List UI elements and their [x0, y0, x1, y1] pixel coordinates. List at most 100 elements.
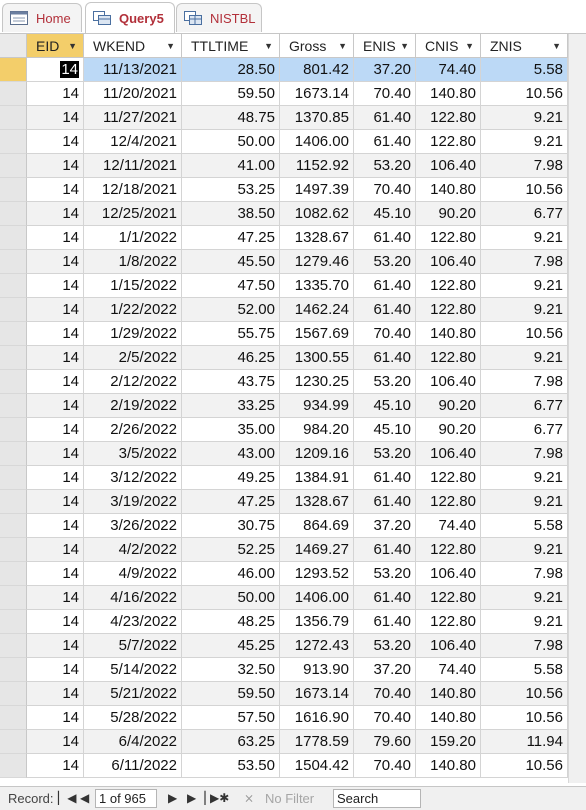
cell-znis[interactable]: 9.21	[481, 226, 568, 250]
cell-eid[interactable]: 14	[27, 754, 84, 778]
column-header-enis[interactable]: ENIS ▼	[354, 34, 416, 58]
table-row[interactable]: 14 6/11/2022 53.50 1504.42 70.40 140.80 10.56	[0, 754, 586, 778]
cell-cnis[interactable]: 140.80	[416, 178, 481, 202]
filter-status-label[interactable]: No Filter	[265, 791, 314, 806]
cell-ttltime[interactable]: 33.25	[182, 394, 280, 418]
cell-enis[interactable]: 61.40	[354, 586, 416, 610]
column-header-eid[interactable]: EID ▼	[27, 34, 84, 58]
cell-gross[interactable]: 864.69	[280, 514, 354, 538]
cell-enis[interactable]: 70.40	[354, 706, 416, 730]
cell-cnis[interactable]: 106.40	[416, 562, 481, 586]
cell-ttltime[interactable]: 48.25	[182, 610, 280, 634]
table-row[interactable]: 14 1/22/2022 52.00 1462.24 61.40 122.80 9.21	[0, 298, 586, 322]
cell-gross[interactable]: 1272.43	[280, 634, 354, 658]
cell-enis[interactable]: 53.20	[354, 634, 416, 658]
cell-enis[interactable]: 53.20	[354, 154, 416, 178]
record-selector[interactable]	[0, 322, 27, 346]
cell-ttltime[interactable]: 53.50	[182, 754, 280, 778]
cell-ttltime[interactable]: 47.25	[182, 490, 280, 514]
cell-eid[interactable]: 14	[27, 346, 84, 370]
table-row[interactable]: 14 12/18/2021 53.25 1497.39 70.40 140.80 10.56	[0, 178, 586, 202]
cell-enis[interactable]: 61.40	[354, 466, 416, 490]
cell-enis[interactable]: 70.40	[354, 754, 416, 778]
table-row[interactable]: 14 3/19/2022 47.25 1328.67 61.40 122.80 9.21	[0, 490, 586, 514]
table-row[interactable]: 14 2/12/2022 43.75 1230.25 53.20 106.40 7.98	[0, 370, 586, 394]
cell-gross[interactable]: 1504.42	[280, 754, 354, 778]
cell-gross[interactable]: 1497.39	[280, 178, 354, 202]
table-row[interactable]: 14 2/5/2022 46.25 1300.55 61.40 122.80 9.21	[0, 346, 586, 370]
cell-enis[interactable]: 45.10	[354, 202, 416, 226]
previous-record-icon[interactable]: ◀	[80, 791, 89, 805]
cell-enis[interactable]: 53.20	[354, 442, 416, 466]
cell-znis[interactable]: 10.56	[481, 682, 568, 706]
cell-eid[interactable]: 14	[27, 730, 84, 754]
cell-enis[interactable]: 70.40	[354, 82, 416, 106]
cell-enis[interactable]: 61.40	[354, 346, 416, 370]
cell-eid[interactable]: 14	[27, 490, 84, 514]
cell-znis[interactable]: 9.21	[481, 274, 568, 298]
cell-ttltime[interactable]: 52.25	[182, 538, 280, 562]
cell-gross[interactable]: 1406.00	[280, 586, 354, 610]
cell-wkend[interactable]: 4/16/2022	[84, 586, 182, 610]
new-record-icon[interactable]: ▶✱	[210, 791, 229, 805]
cell-wkend[interactable]: 5/7/2022	[84, 634, 182, 658]
cell-gross[interactable]: 801.42	[280, 58, 354, 82]
cell-znis[interactable]: 9.21	[481, 586, 568, 610]
cell-ttltime[interactable]: 45.25	[182, 634, 280, 658]
cell-eid[interactable]: 14	[27, 682, 84, 706]
cell-ttltime[interactable]: 59.50	[182, 82, 280, 106]
cell-gross[interactable]: 934.99	[280, 394, 354, 418]
record-selector[interactable]	[0, 394, 27, 418]
record-selector[interactable]	[0, 226, 27, 250]
cell-gross[interactable]: 1230.25	[280, 370, 354, 394]
cell-wkend[interactable]: 5/14/2022	[84, 658, 182, 682]
table-row[interactable]: 14 6/4/2022 63.25 1778.59 79.60 159.20 11.94	[0, 730, 586, 754]
cell-gross[interactable]: 1406.00	[280, 130, 354, 154]
table-row[interactable]: 14 3/5/2022 43.00 1209.16 53.20 106.40 7.98	[0, 442, 586, 466]
cell-eid[interactable]: 14	[27, 466, 84, 490]
table-row[interactable]: 14 11/27/2021 48.75 1370.85 61.40 122.80 9.21	[0, 106, 586, 130]
cell-gross[interactable]: 1673.14	[280, 82, 354, 106]
cell-gross[interactable]: 1462.24	[280, 298, 354, 322]
cell-cnis[interactable]: 122.80	[416, 274, 481, 298]
table-row[interactable]: 14 11/13/2021 28.50 801.42 37.20 74.40 5.58	[0, 58, 586, 82]
cell-wkend[interactable]: 12/25/2021	[84, 202, 182, 226]
cell-gross[interactable]: 1328.67	[280, 226, 354, 250]
cell-wkend[interactable]: 12/11/2021	[84, 154, 182, 178]
table-row[interactable]: 14 5/28/2022 57.50 1616.90 70.40 140.80 10.56	[0, 706, 586, 730]
cell-enis[interactable]: 70.40	[354, 322, 416, 346]
cell-eid[interactable]: 14	[27, 58, 84, 82]
record-selector[interactable]	[0, 250, 27, 274]
cell-eid[interactable]: 14	[27, 154, 84, 178]
cell-enis[interactable]: 61.40	[354, 490, 416, 514]
cell-znis[interactable]: 9.21	[481, 538, 568, 562]
cell-cnis[interactable]: 90.20	[416, 394, 481, 418]
cell-ttltime[interactable]: 52.00	[182, 298, 280, 322]
cell-gross[interactable]: 1328.67	[280, 490, 354, 514]
cell-znis[interactable]: 5.58	[481, 658, 568, 682]
cell-cnis[interactable]: 122.80	[416, 106, 481, 130]
cell-gross[interactable]: 1567.69	[280, 322, 354, 346]
record-selector[interactable]	[0, 658, 27, 682]
record-selector[interactable]	[0, 418, 27, 442]
search-input[interactable]: Search	[333, 789, 421, 808]
cell-gross[interactable]: 1384.91	[280, 466, 354, 490]
next-record-icon[interactable]: ▶	[168, 791, 177, 805]
record-selector[interactable]	[0, 370, 27, 394]
cell-wkend[interactable]: 5/28/2022	[84, 706, 182, 730]
cell-znis[interactable]: 10.56	[481, 706, 568, 730]
cell-wkend[interactable]: 1/15/2022	[84, 274, 182, 298]
record-selector[interactable]	[0, 610, 27, 634]
table-row[interactable]: 14 3/26/2022 30.75 864.69 37.20 74.40 5.58	[0, 514, 586, 538]
cell-wkend[interactable]: 3/5/2022	[84, 442, 182, 466]
table-row[interactable]: 14 4/9/2022 46.00 1293.52 53.20 106.40 7.98	[0, 562, 586, 586]
record-selector[interactable]	[0, 730, 27, 754]
column-header-cnis[interactable]: CNIS ▼	[416, 34, 481, 58]
cell-cnis[interactable]: 90.20	[416, 202, 481, 226]
cell-gross[interactable]: 1279.46	[280, 250, 354, 274]
cell-eid[interactable]: 14	[27, 178, 84, 202]
cell-ttltime[interactable]: 38.50	[182, 202, 280, 226]
cell-ttltime[interactable]: 63.25	[182, 730, 280, 754]
cell-eid[interactable]: 14	[27, 130, 84, 154]
cell-enis[interactable]: 53.20	[354, 250, 416, 274]
